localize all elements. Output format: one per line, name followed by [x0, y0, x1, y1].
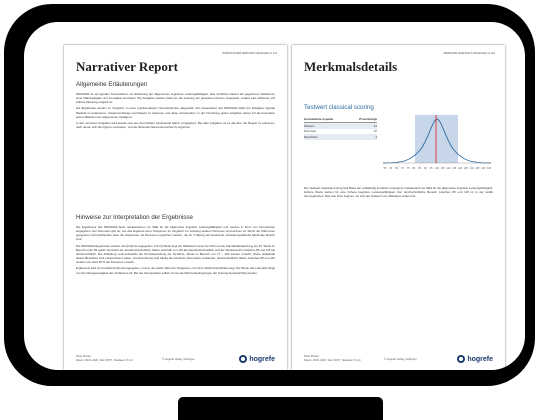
paragraph: Die DESIGMA-Ergebnisse werden als IQ-Wer… — [76, 243, 275, 265]
page-footer: Peter Muster Datum: 09.01.2020, Test: 09… — [304, 355, 361, 362]
axis-tick-label: 65 — [395, 167, 398, 170]
axis-tick-label: 60 — [389, 167, 392, 170]
logo-mark-icon — [457, 355, 466, 363]
axis-tick-label: 85 — [418, 167, 421, 170]
page-header: NARRATIVER REPORT DESIGMA-A 1/2 — [222, 51, 277, 55]
screen: NARRATIVER REPORT DESIGMA-A 1/2 Narrativ… — [24, 22, 525, 370]
axis-tick-label: 125 — [464, 167, 469, 170]
axis-tick-label: 140 — [481, 167, 486, 170]
average-range-band — [415, 115, 458, 163]
axis-tick-label: 105 — [441, 167, 446, 170]
row-label: Messfehler — [304, 134, 350, 140]
axis-tick-label: 130 — [470, 167, 475, 170]
axis-tick-label: 90 — [424, 167, 427, 170]
axis-tick-label: 80 — [413, 167, 416, 170]
footer-line: Datum: 09.01.2020, Test: 09:57, Testdaue… — [304, 358, 361, 362]
axis-tick-label: 70 — [401, 167, 404, 170]
interpretation-text: Die Ergebnisse des DESIGMA-Tests repräse… — [76, 225, 275, 343]
axis-tick-label: 55 — [384, 167, 387, 170]
axis-tick-label: 110 — [447, 167, 451, 170]
report-page-narrative: NARRATIVER REPORT DESIGMA-A 1/2 Narrativ… — [64, 45, 287, 370]
page-title: Narrativer Report — [76, 59, 178, 74]
score-table: Gesamtwerte Aspekte Prozentränge Rohwert… — [304, 117, 377, 140]
logo-text: hogrefe — [467, 355, 493, 363]
axis-tick-label: 75 — [407, 167, 410, 170]
paragraph: Die Ergebnisse werden im Vergleich zu ei… — [76, 106, 275, 119]
score-heading: Testwert classical scoring — [304, 104, 374, 111]
hogrefe-logo: hogrefe — [457, 355, 493, 363]
footer-line: Datum: 09.01.2020, Test: 09:57, Testdaue… — [76, 358, 133, 362]
paragraph: Ergänzend wird ein Konfidenzintervall an… — [76, 266, 275, 275]
section-heading-interpretation: Hinweise zur Interpretation der Ergebnis… — [76, 214, 193, 221]
page-footer: Peter Muster Datum: 09.01.2020, Test: 09… — [76, 355, 133, 362]
section-heading-general: Allgemeine Erläuterungen — [76, 81, 148, 88]
page-title: Merkmalsdetails — [304, 59, 398, 74]
paragraph: Die Ergebnisse des DESIGMA-Tests repräse… — [76, 225, 275, 242]
axis-tick-labels: 55 60 65 70 75 80 85 90 95 100 105 110 115 120 125 130 1… — [384, 167, 492, 170]
axis-tick-label: 135 — [475, 167, 480, 170]
description-text: Der Testwert classical scoring (auf Basi… — [304, 186, 493, 199]
axis-tick-label: 95 — [430, 167, 433, 170]
paragraph: DESIGMA ist ein figuraler Testverfahren … — [76, 92, 275, 105]
hogrefe-logo: hogrefe — [239, 355, 275, 363]
axis-tick-label: 120 — [458, 167, 463, 170]
paragraph: In den einzelnen Aufgaben wird jeweils e… — [76, 120, 275, 130]
axis-tick-label: 100 — [435, 167, 440, 170]
axis-tick-label: 145 — [487, 167, 492, 170]
device-frame: NARRATIVER REPORT DESIGMA-A 1/2 Narrativ… — [4, 4, 535, 386]
report-page-details: MERKMALSDETAILS DESIGMA-A 2/2 Merkmalsde… — [292, 45, 505, 370]
normal-distribution-graphic: 55 60 65 70 75 80 85 90 95 100 105 110 115 120 125 130 1… — [382, 115, 492, 170]
bottom-bar — [178, 397, 383, 420]
general-explanation-text: DESIGMA ist ein figuraler Testverfahren … — [76, 92, 275, 206]
row-value: 3 — [349, 134, 377, 140]
table-row: Messfehler 3 — [304, 134, 377, 140]
axis-tick-label: 115 — [452, 167, 456, 170]
page-header: MERKMALSDETAILS DESIGMA-A 2/2 — [443, 51, 495, 55]
copyright: © Hogrefe Verlag, Göttingen — [384, 358, 417, 361]
copyright: © Hogrefe Verlag, Göttingen — [162, 358, 195, 361]
logo-mark-icon — [239, 355, 248, 363]
logo-text: hogrefe — [249, 355, 275, 363]
